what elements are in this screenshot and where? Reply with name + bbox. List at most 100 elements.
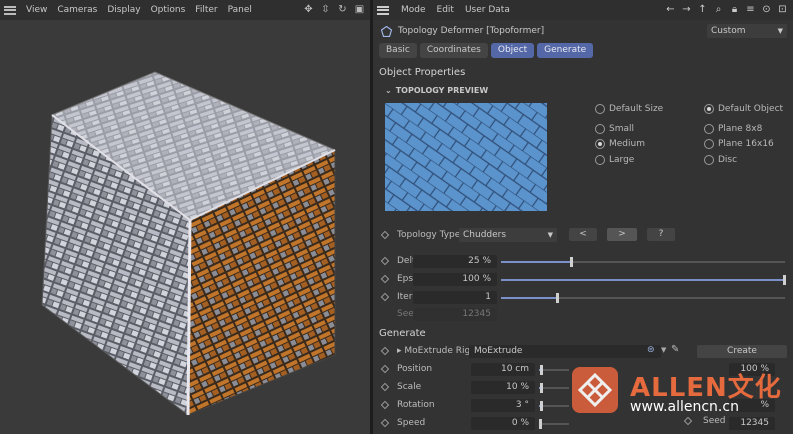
menu-options[interactable]: Options: [151, 5, 186, 15]
menu-panel[interactable]: Panel: [228, 5, 252, 15]
keyframe-diamond-icon[interactable]: [380, 418, 390, 428]
radio-dot: [595, 124, 605, 134]
keyframe-diamond-icon[interactable]: [380, 400, 390, 410]
slider-knob[interactable]: [540, 383, 543, 393]
slider-knob[interactable]: [783, 275, 786, 285]
slider-knob[interactable]: [540, 401, 543, 411]
attributes-menubar: Mode Edit User Data ← → ↑ ⌕ 🔒︎ ≡ ⊙ ⊡: [373, 0, 793, 20]
tab-generate[interactable]: Generate: [537, 43, 594, 58]
preset-dropdown[interactable]: Custom ▼: [707, 24, 787, 38]
delta-slider[interactable]: [501, 257, 785, 267]
rotate-icon[interactable]: ↻: [336, 3, 349, 16]
rotation-slider[interactable]: [539, 401, 569, 411]
viewport-render[interactable]: [0, 20, 370, 434]
speed-field[interactable]: 0 %: [471, 417, 535, 430]
keyframe-diamond-icon[interactable]: [380, 274, 390, 284]
radio-dot: [704, 155, 714, 165]
radio-plane-16x16[interactable]: Plane 16x16: [704, 139, 774, 149]
speed-label: Speed: [397, 418, 426, 428]
topology-type-dropdown[interactable]: Chudders ▼: [459, 228, 557, 242]
up-arrow-icon[interactable]: ↑: [696, 3, 709, 16]
topology-type-label: Topology Type: [397, 230, 461, 240]
position-label: Position: [397, 364, 433, 374]
scale-slider[interactable]: [539, 383, 569, 393]
keyframe-diamond-icon[interactable]: [380, 382, 390, 392]
prev-topology-button[interactable]: <: [569, 228, 597, 241]
back-arrow-icon[interactable]: ←: [664, 3, 677, 16]
pin-icon[interactable]: ⊡: [776, 3, 789, 16]
hamburger-icon[interactable]: [4, 5, 16, 15]
menu-cameras[interactable]: Cameras: [57, 5, 97, 15]
viewport-panel[interactable]: View Cameras Display Options Filter Pane…: [0, 0, 370, 434]
keyframe-diamond-icon[interactable]: [380, 230, 390, 240]
chevron-down-icon[interactable]: ▼: [661, 346, 666, 354]
slider-knob[interactable]: [570, 257, 573, 267]
menu-user-data[interactable]: User Data: [465, 5, 510, 15]
radio-disc[interactable]: Disc: [704, 155, 737, 165]
topology-preview-image: [385, 103, 547, 211]
radio-dot: [595, 139, 605, 149]
tab-basic[interactable]: Basic: [379, 43, 417, 58]
speed-slider[interactable]: [539, 419, 569, 429]
epsilon-field[interactable]: 100 %: [413, 273, 497, 286]
slider-knob[interactable]: [539, 419, 542, 429]
position-slider[interactable]: [539, 365, 569, 375]
search-icon[interactable]: ⌕: [712, 3, 725, 16]
radio-dot: [704, 139, 714, 149]
tab-coordinates[interactable]: Coordinates: [419, 43, 488, 58]
radio-small[interactable]: Small: [595, 124, 634, 134]
object-link-icon[interactable]: ⊜: [647, 345, 655, 355]
epsilon-slider[interactable]: [501, 275, 786, 285]
next-topology-button[interactable]: >: [607, 228, 637, 241]
forward-arrow-icon[interactable]: →: [680, 3, 693, 16]
slider-knob[interactable]: [540, 365, 543, 375]
keyframe-diamond-icon[interactable]: [380, 256, 390, 266]
delta-field[interactable]: 25 %: [413, 255, 497, 268]
radio-dot: [704, 104, 714, 114]
slider-fill: [501, 297, 558, 299]
pan-icon[interactable]: ✥: [302, 3, 315, 16]
moextrude-rig-label[interactable]: ▸ MoExtrude Rig: [397, 346, 470, 356]
tab-object[interactable]: Object: [490, 43, 535, 58]
create-button[interactable]: Create: [697, 345, 787, 358]
move-icon[interactable]: ⇳: [319, 3, 332, 16]
scale-field[interactable]: 10 %: [471, 381, 535, 394]
radio-default-size[interactable]: Default Size: [595, 104, 663, 114]
radio-large[interactable]: Large: [595, 155, 634, 165]
radio-plane-8x8[interactable]: Plane 8x8: [704, 124, 762, 134]
iterations-slider[interactable]: [501, 293, 785, 303]
keyframe-diamond-icon[interactable]: [380, 346, 390, 356]
eyedropper-icon[interactable]: ✎: [671, 344, 679, 355]
help-button[interactable]: ?: [647, 228, 675, 241]
generate-heading: Generate: [379, 328, 426, 339]
chevron-down-icon: ▼: [777, 27, 783, 35]
slider-fill: [501, 279, 785, 281]
lock-icon[interactable]: 🔒︎: [728, 3, 741, 16]
maximize-icon[interactable]: ▣: [353, 3, 366, 16]
menu-view[interactable]: View: [26, 5, 47, 15]
keyframe-diamond-icon[interactable]: [380, 364, 390, 374]
slider-knob[interactable]: [555, 293, 559, 303]
menu-display[interactable]: Display: [107, 5, 140, 15]
filter-icon[interactable]: ≡: [744, 3, 757, 16]
menu-edit[interactable]: Edit: [437, 5, 454, 15]
position-field[interactable]: 10 cm: [471, 363, 535, 376]
radio-default-object[interactable]: Default Object: [704, 104, 783, 114]
radio-medium[interactable]: Medium: [595, 139, 645, 149]
keyframe-diamond-icon[interactable]: [380, 292, 390, 302]
radio-dot: [595, 104, 605, 114]
menu-mode[interactable]: Mode: [401, 5, 426, 15]
settings-icon[interactable]: ⊙: [760, 3, 773, 16]
rotation-field[interactable]: 3 °: [471, 399, 535, 412]
object-title: Topology Deformer [Topoformer]: [398, 26, 545, 36]
object-properties-heading: Object Properties: [379, 67, 466, 78]
scale-label: Scale: [397, 382, 422, 392]
hamburger-icon[interactable]: [377, 5, 389, 15]
seed-field: 12345: [413, 308, 497, 321]
moextrude-link-field[interactable]: MoExtrude: [469, 345, 661, 358]
menu-filter[interactable]: Filter: [195, 5, 217, 15]
watermark: ALLEN文化 www.allencn.cn: [572, 365, 793, 425]
iterations-field[interactable]: 1: [413, 291, 497, 304]
topology-preview-heading[interactable]: ⌄ TOPOLOGY PREVIEW: [385, 86, 488, 95]
deformer-icon: [381, 25, 392, 37]
